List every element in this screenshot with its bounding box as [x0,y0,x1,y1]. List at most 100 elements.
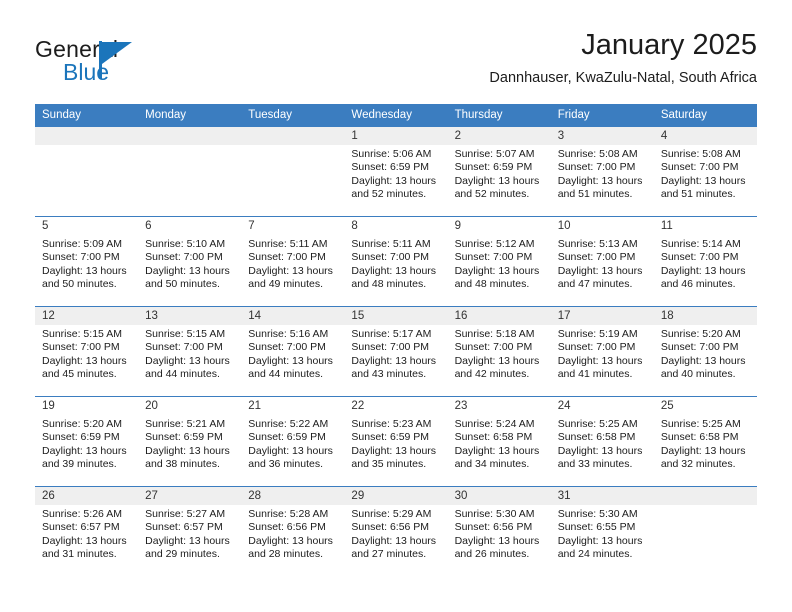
calendar-day-cell[interactable]: 3 Sunrise: 5:08 AM Sunset: 7:00 PM Daylight… [550,126,654,216]
sunrise-text: Sunrise: 5:11 AM [351,238,431,250]
daylight-text-line2: and 42 minutes. [454,368,530,381]
day-cell-inner: 29 Sunrise: 5:29 AM Sunset: 6:56 PM Dayligh… [344,486,448,576]
calendar-day-cell[interactable]: 19 Sunrise: 5:20 AM Sunset: 6:59 PM Dayligh… [35,396,139,486]
calendar-day-cell[interactable]: 20 Sunrise: 5:21 AM Sunset: 6:59 PM Dayligh… [138,396,242,486]
calendar-day-cell[interactable]: 5 Sunrise: 5:09 AM Sunset: 7:00 PM Daylight… [35,216,139,306]
sunrise-text: Sunrise: 5:20 AM [660,328,741,340]
calendar-day-cell[interactable]: 24 Sunrise: 5:25 AM Sunset: 6:58 PM Dayligh… [550,396,654,486]
daylight-text-line1: Daylight: 13 hours [248,354,333,367]
sunrise-text: Sunrise: 5:15 AM [42,328,122,340]
day-details: Sunrise: 5:08 AM Sunset: 7:00 PM Daylight:… [551,145,654,202]
daylight-text-line1: Daylight: 13 hours [248,444,333,457]
day-number: 4 [653,127,757,145]
calendar-day-cell[interactable]: 1 Sunrise: 5:06 AM Sunset: 6:59 PM Daylight… [344,126,448,216]
sunset-text: Sunset: 6:58 PM [660,431,739,444]
sunrise-text: Sunrise: 5:16 AM [248,328,329,340]
calendar-day-cell[interactable]: 8 Sunrise: 5:11 AM Sunset: 7:00 PM Daylight… [344,216,448,306]
calendar-day-cell[interactable]: 13 Sunrise: 5:15 AM Sunset: 7:00 PM Dayligh… [138,306,242,396]
day-cell-inner: 3 Sunrise: 5:08 AM Sunset: 7:00 PM Daylight… [550,126,654,216]
daylight-text-line2: and 43 minutes. [351,368,427,381]
calendar-day-cell[interactable]: 28 Sunrise: 5:28 AM Sunset: 6:56 PM Dayligh… [241,486,345,576]
daylight-text-line2: and 44 minutes. [248,368,323,381]
daylight-text-line2: and 28 minutes. [248,548,323,561]
calendar-day-cell[interactable]: 15 Sunrise: 5:17 AM Sunset: 7:00 PM Dayligh… [344,306,448,396]
sunset-text: Sunset: 6:56 PM [454,521,533,534]
sunset-text: Sunset: 7:00 PM [145,251,223,264]
day-details: Sunrise: 5:27 AM Sunset: 6:57 PM Daylight:… [138,505,241,562]
calendar-day-cell[interactable]: 6 Sunrise: 5:10 AM Sunset: 7:00 PM Daylight… [138,216,242,306]
daylight-text-line2: and 49 minutes. [248,278,323,291]
day-number: 26 [35,487,139,505]
calendar-day-cell[interactable]: 4 Sunrise: 5:08 AM Sunset: 7:00 PM Daylight… [653,126,757,216]
daylight-text-line2: and 45 minutes. [42,368,117,381]
daylight-text-line2: and 38 minutes. [145,458,220,471]
weekday-header-friday: Friday [550,104,654,126]
sunset-text: Sunset: 7:00 PM [351,251,430,264]
calendar-day-cell[interactable]: 18 Sunrise: 5:20 AM Sunset: 7:00 PM Dayligh… [653,306,757,396]
calendar-day-cell[interactable]: 22 Sunrise: 5:23 AM Sunset: 6:59 PM Dayligh… [344,396,448,486]
sunrise-text: Sunrise: 5:06 AM [351,148,432,160]
daylight-text-line2: and 26 minutes. [454,548,530,561]
sunset-text: Sunset: 6:59 PM [454,161,533,174]
page-header: General Blue January 2025 Dannhauser, Kw… [0,0,792,104]
calendar-day-cell[interactable]: 16 Sunrise: 5:18 AM Sunset: 7:00 PM Dayligh… [447,306,551,396]
weekday-header-tuesday: Tuesday [241,104,345,126]
location-subtitle: Dannhauser, KwaZulu-Natal, South Africa [489,70,757,86]
day-number: 30 [447,487,551,505]
day-cell-inner: 17 Sunrise: 5:19 AM Sunset: 7:00 PM Dayligh… [550,306,654,396]
day-number: 8 [344,217,448,235]
day-number: 3 [550,127,654,145]
day-cell-inner: 27 Sunrise: 5:27 AM Sunset: 6:57 PM Dayligh… [138,486,242,576]
sunset-text: Sunset: 7:00 PM [660,161,739,174]
sunrise-text: Sunrise: 5:25 AM [557,418,638,430]
daylight-text-line1: Daylight: 13 hours [351,264,437,277]
day-number: 14 [241,307,345,325]
day-details: Sunrise: 5:30 AM Sunset: 6:55 PM Daylight:… [551,505,654,562]
day-number [241,127,345,145]
calendar-day-cell[interactable]: 10 Sunrise: 5:13 AM Sunset: 7:00 PM Dayligh… [550,216,654,306]
day-details: Sunrise: 5:30 AM Sunset: 6:56 PM Daylight:… [448,505,551,562]
daylight-text-line2: and 52 minutes. [351,188,427,201]
day-cell-inner: 2 Sunrise: 5:07 AM Sunset: 6:59 PM Daylight… [447,126,551,216]
calendar-day-cell[interactable]: 17 Sunrise: 5:19 AM Sunset: 7:00 PM Dayligh… [550,306,654,396]
sunset-text: Sunset: 6:57 PM [145,521,223,534]
calendar-day-cell[interactable]: 11 Sunrise: 5:14 AM Sunset: 7:00 PM Dayligh… [653,216,757,306]
sunset-text: Sunset: 6:59 PM [248,431,326,444]
sunset-text: Sunset: 7:00 PM [557,251,636,264]
day-details: Sunrise: 5:06 AM Sunset: 6:59 PM Daylight:… [344,145,447,202]
day-cell-inner: 21 Sunrise: 5:22 AM Sunset: 6:59 PM Dayligh… [241,396,345,486]
day-details: Sunrise: 5:09 AM Sunset: 7:00 PM Daylight:… [35,235,138,292]
day-number: 12 [35,307,139,325]
calendar-day-cell[interactable]: 29 Sunrise: 5:29 AM Sunset: 6:56 PM Dayligh… [344,486,448,576]
day-details: Sunrise: 5:14 AM Sunset: 7:00 PM Daylight:… [654,235,757,292]
day-details: Sunrise: 5:22 AM Sunset: 6:59 PM Daylight:… [241,415,344,472]
calendar-day-cell[interactable]: 31 Sunrise: 5:30 AM Sunset: 6:55 PM Dayligh… [550,486,654,576]
brand-logo[interactable]: General Blue [35,36,265,88]
calendar-day-cell[interactable]: 26 Sunrise: 5:26 AM Sunset: 6:57 PM Dayligh… [35,486,139,576]
calendar-day-cell[interactable]: 23 Sunrise: 5:24 AM Sunset: 6:58 PM Dayligh… [447,396,551,486]
day-number: 21 [241,397,345,415]
calendar-day-cell[interactable]: 9 Sunrise: 5:12 AM Sunset: 7:00 PM Daylight… [447,216,551,306]
calendar-day-cell[interactable]: 7 Sunrise: 5:11 AM Sunset: 7:00 PM Daylight… [241,216,345,306]
day-cell-inner [241,126,345,216]
sunset-text: Sunset: 7:00 PM [248,251,326,264]
sunrise-text: Sunrise: 5:10 AM [145,238,226,250]
day-number: 1 [344,127,448,145]
calendar-day-cell[interactable]: 27 Sunrise: 5:27 AM Sunset: 6:57 PM Dayligh… [138,486,242,576]
daylight-text-line2: and 24 minutes. [557,548,633,561]
calendar-day-cell[interactable]: 2 Sunrise: 5:07 AM Sunset: 6:59 PM Daylight… [447,126,551,216]
calendar-day-cell[interactable]: 25 Sunrise: 5:25 AM Sunset: 6:58 PM Dayligh… [653,396,757,486]
day-cell-inner: 22 Sunrise: 5:23 AM Sunset: 6:59 PM Dayligh… [344,396,448,486]
calendar-day-cell[interactable]: 21 Sunrise: 5:22 AM Sunset: 6:59 PM Dayligh… [241,396,345,486]
day-number: 9 [447,217,551,235]
daylight-text-line1: Daylight: 13 hours [248,264,333,277]
day-details: Sunrise: 5:11 AM Sunset: 7:00 PM Daylight:… [344,235,447,292]
calendar-day-cell[interactable]: 30 Sunrise: 5:30 AM Sunset: 6:56 PM Dayligh… [447,486,551,576]
day-details: Sunrise: 5:23 AM Sunset: 6:59 PM Daylight:… [344,415,447,472]
calendar-day-cell[interactable]: 12 Sunrise: 5:15 AM Sunset: 7:00 PM Dayligh… [35,306,139,396]
calendar-cell-empty [35,126,139,216]
calendar-day-cell[interactable]: 14 Sunrise: 5:16 AM Sunset: 7:00 PM Dayligh… [241,306,345,396]
day-cell-inner [138,126,242,216]
sunrise-text: Sunrise: 5:09 AM [42,238,122,250]
daylight-text-line1: Daylight: 13 hours [42,264,127,277]
